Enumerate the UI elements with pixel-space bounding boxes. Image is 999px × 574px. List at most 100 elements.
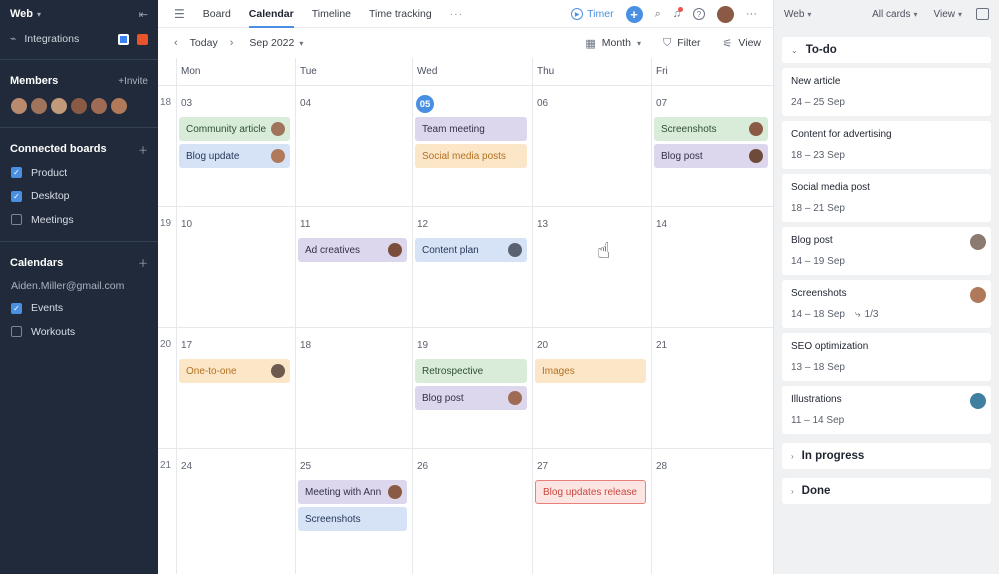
add-board-icon[interactable]: ＋	[138, 142, 148, 157]
collapse-sidebar-icon[interactable]: ⇤	[139, 8, 148, 21]
day-number[interactable]: 17	[181, 340, 192, 351]
member-avatar[interactable]	[110, 97, 128, 115]
checkbox[interactable]: ✓	[11, 190, 22, 202]
more-tabs-button[interactable]: ···	[450, 0, 464, 28]
day-number[interactable]: 06	[537, 98, 548, 109]
card-title: Content for advertising	[791, 129, 892, 140]
day-number[interactable]: 11	[300, 219, 310, 230]
board-item[interactable]: ✓ Desktop	[0, 185, 158, 209]
day-number[interactable]: 07	[656, 98, 667, 109]
calendar-event[interactable]: Meeting with Ann	[298, 480, 407, 504]
calendar-event[interactable]: Blog updates release	[535, 480, 646, 504]
todo-section-header[interactable]: ⌄ To-do	[782, 37, 991, 63]
notifications-icon[interactable]: ♫	[673, 7, 683, 20]
member-avatar[interactable]	[90, 97, 108, 115]
day-number[interactable]: 25	[300, 461, 311, 472]
calendar-event[interactable]: Retrospective	[415, 359, 527, 383]
member-avatar[interactable]	[10, 97, 28, 115]
calendar-event[interactable]: Team meeting	[415, 117, 527, 141]
day-number[interactable]: 14	[656, 219, 667, 230]
day-number[interactable]: 05	[416, 95, 434, 113]
today-button[interactable]: Today	[190, 37, 218, 49]
view-tabs: Board Calendar Timeline Time tracking	[203, 0, 450, 28]
calendar-account-email: Aiden.Miller@gmail.com	[11, 279, 125, 292]
done-section-header[interactable]: › Done	[782, 478, 991, 504]
day-number[interactable]: 10	[181, 219, 192, 230]
day-number[interactable]: 13	[537, 219, 548, 230]
integrations-row[interactable]: ⌁ Integrations	[0, 28, 158, 50]
workspace-switcher[interactable]: Web ▾	[10, 8, 41, 20]
panel-view-dropdown[interactable]: View ▾	[933, 9, 962, 20]
calendar-event[interactable]: Blog update	[179, 144, 290, 168]
help-icon[interactable]: ?	[693, 8, 705, 20]
user-avatar[interactable]	[717, 5, 734, 23]
board-item[interactable]: Meetings	[0, 208, 158, 232]
chevron-down-icon: ▾	[807, 9, 812, 19]
day-number[interactable]: 28	[656, 461, 667, 472]
checkbox[interactable]	[11, 214, 22, 226]
add-calendar-icon[interactable]: ＋	[138, 255, 148, 270]
member-avatar[interactable]	[70, 97, 88, 115]
card-filter-dropdown[interactable]: All cards ▾	[872, 9, 917, 20]
timer-button[interactable]: ▶ Timer	[571, 8, 614, 20]
invite-button[interactable]: +Invite	[118, 76, 148, 87]
add-button[interactable]: +	[625, 5, 643, 23]
task-card[interactable]: SEO optimization 13 – 18 Sep	[782, 333, 991, 381]
calendar-event[interactable]: Screenshots	[654, 117, 768, 141]
tab-calendar[interactable]: Calendar	[248, 0, 294, 28]
calendar-event[interactable]: Community article	[179, 117, 290, 141]
menu-icon[interactable]: ☰	[174, 7, 185, 21]
task-card[interactable]: Screenshots 14 – 18 Sep ⤷ 1/3	[782, 280, 991, 328]
board-item[interactable]: ✓ Product	[0, 161, 158, 185]
calendar-event[interactable]: Content plan	[415, 238, 527, 262]
previous-icon[interactable]: ‹	[174, 37, 178, 49]
calendar-event[interactable]: Images	[535, 359, 646, 383]
calendar-event[interactable]: Blog post	[654, 144, 768, 168]
task-card[interactable]: New article 24 – 25 Sep	[782, 68, 991, 116]
checkbox[interactable]: ✓	[11, 167, 22, 179]
calendar-item[interactable]: ✓ Events	[0, 297, 158, 321]
checkbox[interactable]	[11, 326, 22, 338]
task-card[interactable]: Content for advertising 18 – 23 Sep	[782, 121, 991, 169]
task-card[interactable]: Illustrations 11 – 14 Sep	[782, 386, 991, 434]
calendar-event[interactable]: Screenshots	[298, 507, 407, 531]
filter-button[interactable]: ⛉ Filter	[663, 37, 701, 50]
tab-time-tracking[interactable]: Time tracking	[369, 0, 432, 28]
tab-timeline[interactable]: Timeline	[312, 0, 351, 28]
member-avatar[interactable]	[30, 97, 48, 115]
office-icon[interactable]	[137, 33, 148, 45]
more-options-icon[interactable]: ···	[746, 8, 757, 20]
checkbox[interactable]: ✓	[11, 302, 22, 314]
day-number[interactable]: 19	[417, 340, 428, 351]
tab-board[interactable]: Board	[203, 0, 231, 28]
inprogress-section-header[interactable]: › In progress	[782, 443, 991, 469]
day-number[interactable]: 20	[537, 340, 548, 351]
day-number[interactable]: 03	[181, 98, 192, 109]
month-picker[interactable]: Sep 2022 ▾	[249, 37, 303, 49]
view-mode-dropdown[interactable]: ▦ Month ▾	[585, 37, 641, 50]
calendar-event[interactable]: Blog post	[415, 386, 527, 410]
day-number[interactable]: 27	[537, 461, 548, 472]
day-number[interactable]: 26	[417, 461, 428, 472]
calendar-event[interactable]: Social media posts	[415, 144, 527, 168]
view-settings-button[interactable]: ⚟ View	[723, 37, 761, 50]
calendar-event[interactable]: Ad creatives	[298, 238, 407, 262]
day-number[interactable]: 18	[300, 340, 311, 351]
task-card[interactable]: Blog post 14 – 19 Sep	[782, 227, 991, 275]
board-label: Desktop	[31, 190, 70, 203]
panel-workspace-dropdown[interactable]: Web ▾	[784, 9, 811, 20]
next-icon[interactable]: ›	[230, 37, 234, 49]
calendar-event[interactable]: One-to-one	[179, 359, 290, 383]
day-number[interactable]: 21	[656, 340, 667, 351]
calendar-item[interactable]: Workouts	[0, 320, 158, 344]
search-icon[interactable]: ⌕	[655, 8, 661, 21]
toggle-panel-icon[interactable]	[976, 8, 989, 20]
day-number[interactable]: 12	[417, 219, 428, 230]
member-avatar[interactable]	[50, 97, 68, 115]
grid-line	[532, 58, 533, 574]
day-number[interactable]: 04	[300, 98, 311, 109]
task-card[interactable]: Social media post 18 – 21 Sep	[782, 174, 991, 222]
google-calendar-icon[interactable]	[118, 33, 129, 45]
day-number[interactable]: 24	[181, 461, 192, 472]
integrations-label: Integrations	[24, 33, 80, 45]
